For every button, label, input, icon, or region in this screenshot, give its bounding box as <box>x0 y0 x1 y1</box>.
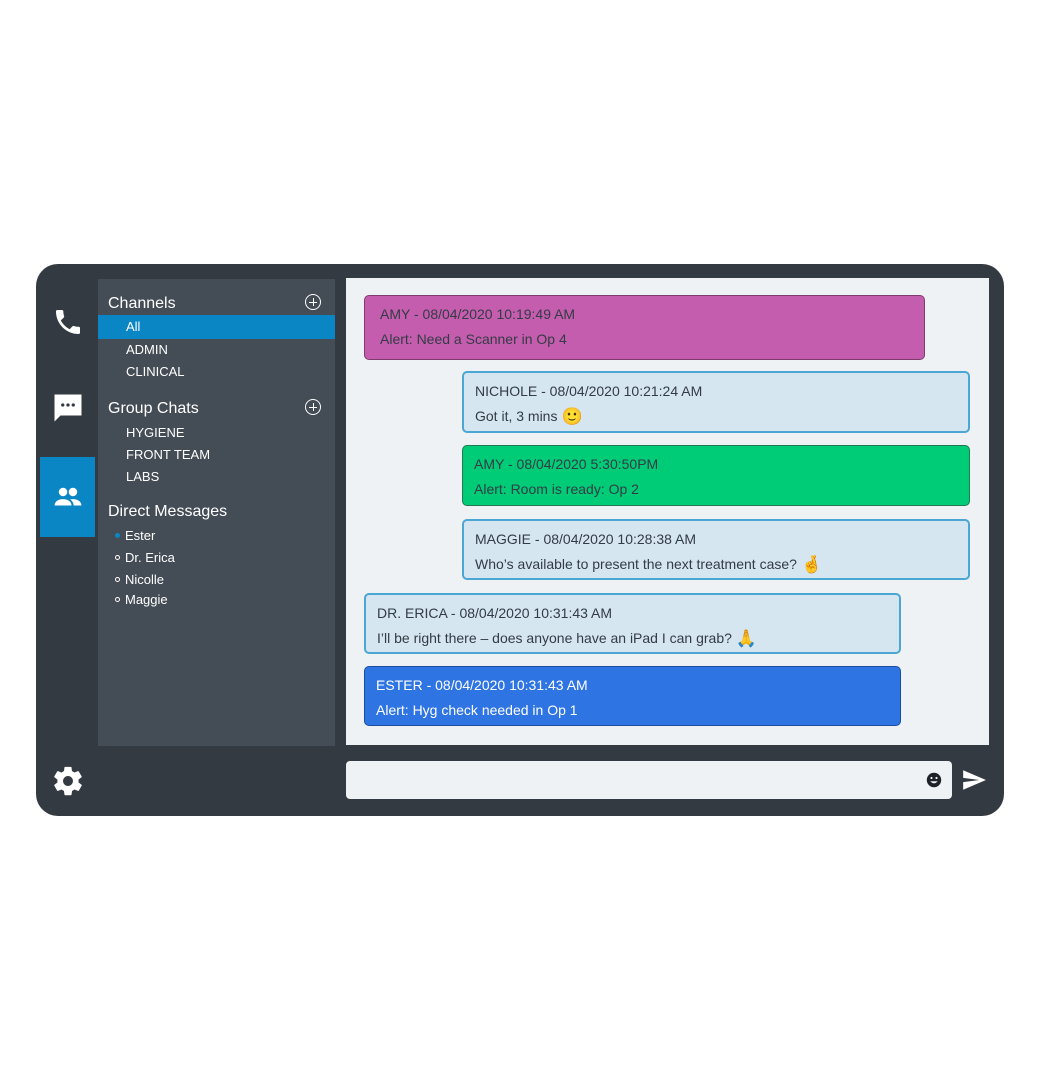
add-group-chat-button[interactable] <box>305 399 321 415</box>
dm-item-nicolle[interactable]: Nicolle <box>115 572 164 587</box>
group-item-hygiene[interactable]: HYGIENE <box>98 422 335 444</box>
crossed-fingers-emoji: 🤞 <box>800 555 823 575</box>
messages-nav-button[interactable] <box>40 368 95 448</box>
offline-status-dot <box>115 577 120 582</box>
dm-item-maggie[interactable]: Maggie <box>115 592 168 607</box>
message-input[interactable] <box>356 761 920 801</box>
send-button[interactable] <box>961 767 987 793</box>
dm-name: Ester <box>125 528 156 543</box>
calls-nav-button[interactable] <box>40 282 95 362</box>
offline-status-dot <box>115 597 120 602</box>
dm-name: Dr. Erica <box>125 550 175 565</box>
group-item-front-team[interactable]: FRONT TEAM <box>98 444 335 466</box>
message-text: Who’s available to present the next trea… <box>475 555 823 575</box>
phone-icon <box>55 310 80 334</box>
offline-status-dot <box>115 555 120 560</box>
online-status-dot <box>115 533 120 538</box>
message-header: AMY - 08/04/2020 5:30:50PM <box>474 456 659 472</box>
smiley-icon <box>926 772 942 788</box>
send-icon <box>963 770 986 790</box>
message-header: ESTER - 08/04/2020 10:31:43 AM <box>376 677 588 693</box>
message-header: MAGGIE - 08/04/2020 10:28:38 AM <box>475 531 697 547</box>
message-bubble[interactable]: NICHOLE - 08/04/2020 10:21:24 AM Got it,… <box>462 371 970 433</box>
channel-item-all[interactable]: All <box>98 315 335 339</box>
channel-item-clinical[interactable]: CLINICAL <box>98 361 335 383</box>
settings-button[interactable] <box>51 764 85 798</box>
group-chats-heading: Group Chats <box>108 400 199 417</box>
dm-item-dr-erica[interactable]: Dr. Erica <box>115 550 175 565</box>
message-bubble[interactable]: AMY - 08/04/2020 10:19:49 AM Alert: Need… <box>364 295 925 360</box>
folded-hands-emoji: 🙏 <box>735 629 758 649</box>
sidebar: Channels All ADMIN CLINICAL Group Chats … <box>98 279 335 746</box>
message-bubble[interactable]: AMY - 08/04/2020 5:30:50PM Alert: Room i… <box>462 445 970 506</box>
message-text: Alert: Room is ready: Op 2 <box>474 481 639 497</box>
dm-name: Maggie <box>125 592 168 607</box>
message-bubble[interactable]: DR. ERICA - 08/04/2020 10:31:43 AM I’ll … <box>364 593 901 654</box>
message-list[interactable]: AMY - 08/04/2020 10:19:49 AM Alert: Need… <box>346 278 989 745</box>
message-bubble[interactable]: ESTER - 08/04/2020 10:31:43 AM Alert: Hy… <box>364 666 901 726</box>
channel-item-admin[interactable]: ADMIN <box>98 339 335 361</box>
message-header: AMY - 08/04/2020 10:19:49 AM <box>380 306 576 322</box>
emoji-picker-button[interactable] <box>926 772 942 788</box>
direct-messages-heading: Direct Messages <box>108 503 228 520</box>
channels-heading: Channels <box>108 295 176 312</box>
message-text: I’ll be right there – does anyone have a… <box>377 629 758 649</box>
smiley-emoji: 🙂 <box>561 407 583 427</box>
message-header: NICHOLE - 08/04/2020 10:21:24 AM <box>475 383 703 399</box>
dm-name: Nicolle <box>125 572 165 587</box>
message-text: Alert: Need a Scanner in Op 4 <box>380 331 567 347</box>
chat-bubble-icon <box>54 394 81 422</box>
message-header: DR. ERICA - 08/04/2020 10:31:43 AM <box>377 605 613 621</box>
chat-app-window: Channels All ADMIN CLINICAL Group Chats … <box>36 264 1004 816</box>
dm-item-ester[interactable]: Ester <box>115 528 155 543</box>
message-bubble[interactable]: MAGGIE - 08/04/2020 10:28:38 AM Who’s av… <box>462 519 970 580</box>
team-nav-button[interactable] <box>40 457 95 537</box>
people-icon <box>54 487 81 506</box>
gear-icon <box>54 766 82 796</box>
message-composer <box>346 761 952 801</box>
message-text: Alert: Hyg check needed in Op 1 <box>376 702 578 718</box>
message-text: Got it, 3 mins 🙂 <box>475 407 583 427</box>
group-item-labs[interactable]: LABS <box>98 466 335 488</box>
add-channel-button[interactable] <box>305 294 321 310</box>
